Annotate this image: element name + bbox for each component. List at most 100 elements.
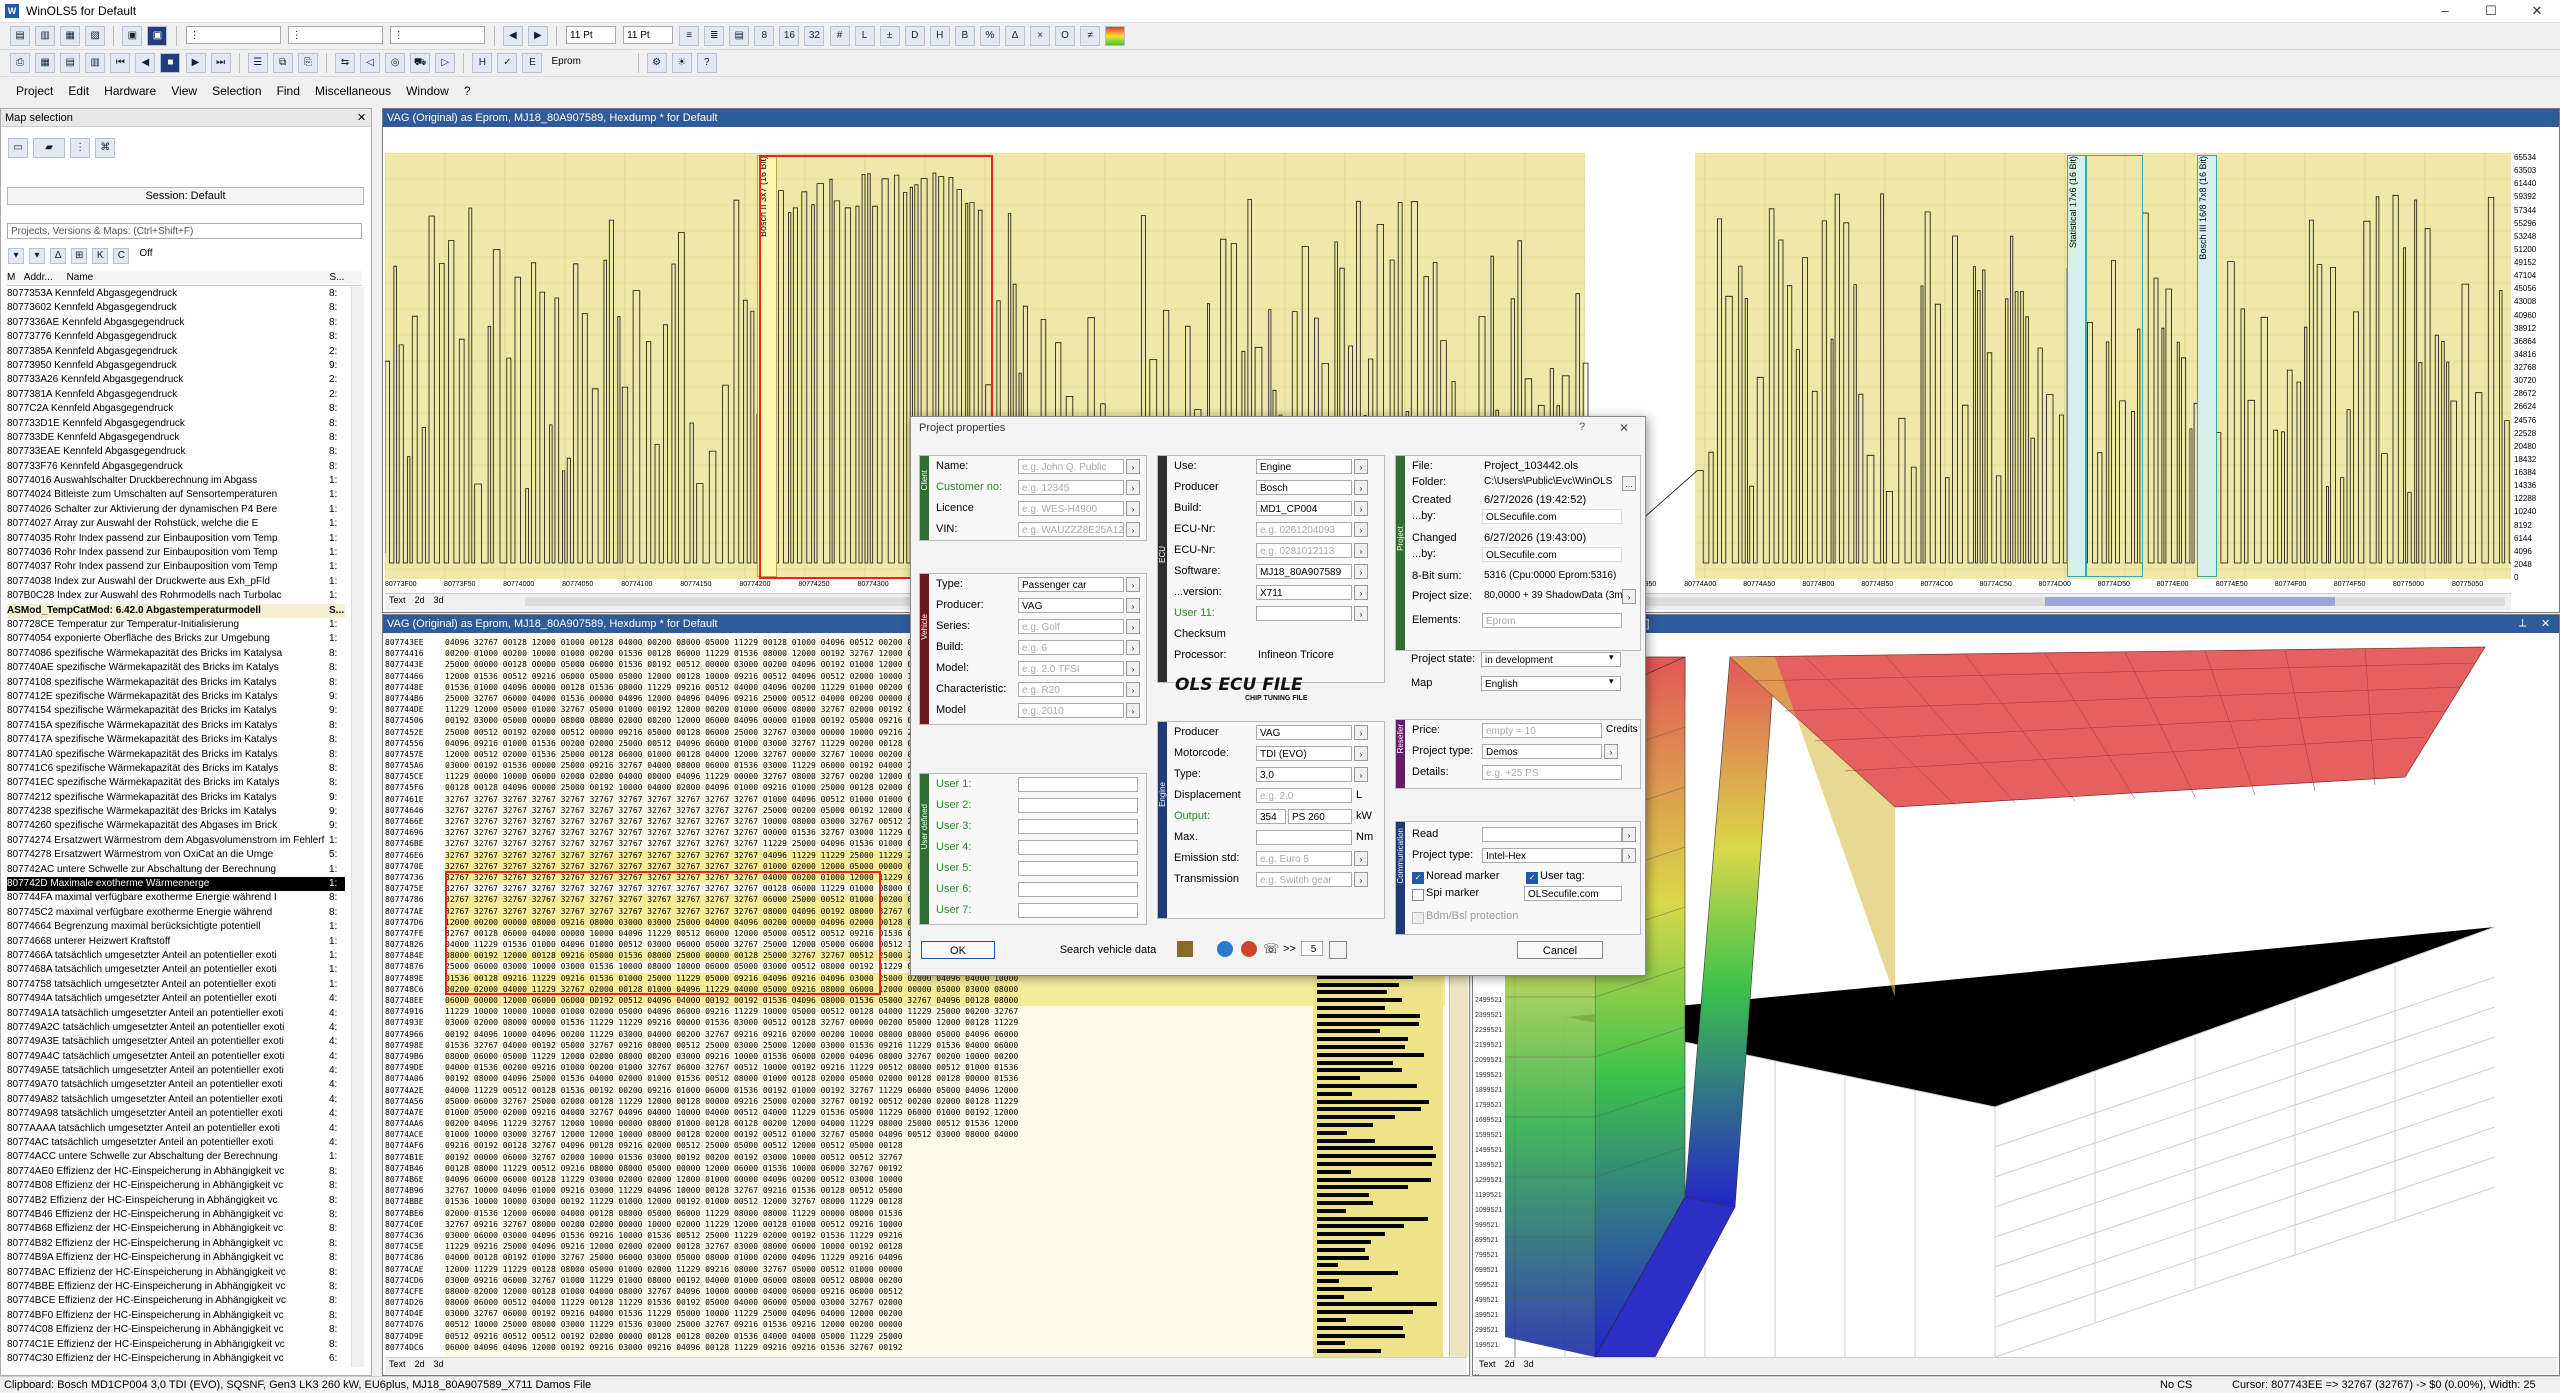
map-list-item[interactable]: 8077381A Kennfeld Abgasgegendruck 2: (7, 388, 345, 402)
combo-2[interactable]: ⋮ (287, 26, 383, 44)
map-list-item[interactable]: 807742D Maximale exotherme Wärmeenerge 1: (7, 877, 345, 892)
map-list-item[interactable]: 80774B68 Effizienz der HC-Einspeicherung… (7, 1222, 345, 1236)
spi-checkbox[interactable] (1412, 889, 1424, 901)
map-list-item[interactable]: 807742AC untere Schwelle zur Abschaltung… (7, 863, 345, 877)
map-list-item[interactable]: 80774664 Begrenzung maximal berücksichti… (7, 920, 345, 934)
engine-type-input[interactable]: 3,0 (1256, 767, 1352, 782)
vehicle-type-dropdown-icon[interactable]: › (1126, 577, 1140, 592)
noread-checkbox[interactable]: ✓ (1412, 872, 1424, 884)
web-icon[interactable] (1217, 941, 1233, 957)
vehicle-build-picker-icon[interactable]: › (1126, 640, 1140, 655)
count-input[interactable]: 5 (1301, 941, 1323, 956)
use-select[interactable]: Engine (1256, 459, 1352, 474)
tab-text-hex[interactable]: Text (389, 1359, 406, 1369)
comm-project-type-icon[interactable]: › (1622, 848, 1636, 863)
map-list-item[interactable]: 807740AE spezifische Wärmekapazität des … (7, 661, 345, 675)
name-input[interactable]: e.g. John Q. Public (1018, 459, 1124, 474)
combo-1[interactable]: ⋮ (185, 26, 281, 44)
map-list-item[interactable]: 80774024 Bitleiste zum Umschalten auf Se… (7, 488, 345, 502)
close-window-button[interactable]: ✕ (2514, 0, 2560, 22)
map-list-item[interactable]: 807749A3E tatsächlich umgesetzter Anteil… (7, 1035, 345, 1049)
maximize-button[interactable]: ☐ (2468, 0, 2514, 22)
map-list-item[interactable]: 807741C6 spezifische Wärmekapazität des … (7, 762, 345, 776)
arrow-left-icon[interactable]: ◁ (360, 53, 380, 73)
map-list-item[interactable]: 80774278 Ersatzwert Wärmestrom von OxiCa… (7, 848, 345, 862)
reseller-project-type-input[interactable]: Demos (1482, 744, 1602, 759)
map-list-item[interactable]: 807741EC spezifische Wärmekapazität des … (7, 776, 345, 790)
map-icon[interactable]: ▦ (35, 53, 56, 73)
map-list-item[interactable]: 80774036 Rohr Index passend zur Einbaupo… (7, 546, 345, 560)
map-list-item[interactable]: 80774038 Index zur Auswahl der Druckwert… (7, 575, 345, 589)
emission-input[interactable]: e.g. Euro 5 (1256, 851, 1352, 866)
map-list-item[interactable]: 80773776 Kennfeld Abgasgegendruck 8: (7, 330, 345, 344)
dialog-help-icon[interactable]: ? (1579, 421, 1585, 433)
format-icon-3[interactable]: ▤ (729, 26, 750, 46)
name-picker-icon[interactable]: › (1126, 459, 1140, 474)
ecu-nr2-picker-icon[interactable]: › (1354, 543, 1368, 558)
map-list-item[interactable]: 8077385A Kennfeld Abgasgegendruck 2: (7, 345, 345, 359)
vehicle-producer-input[interactable]: VAG (1018, 598, 1124, 613)
map-list-item[interactable]: 80774BF0 Effizienz der HC-Einspeicherung… (7, 1309, 345, 1323)
prev-icon[interactable]: ◀ (135, 53, 156, 73)
window-icon[interactable]: ▣ (122, 26, 143, 46)
map-list-item[interactable]: 807749A1A tatsächlich umgesetzter Anteil… (7, 1007, 345, 1021)
ecu-producer-picker-icon[interactable]: › (1354, 480, 1368, 495)
map-list-item[interactable]: 807733DE Kennfeld Abgasgegendruck 8: (7, 431, 345, 445)
folder-browse-icon[interactable]: … (1622, 476, 1636, 491)
licence-input[interactable]: e.g. WES-H4900 (1018, 501, 1124, 516)
model-picker-icon[interactable]: › (1126, 661, 1140, 676)
map-list-item[interactable]: 80774C58 Effizienz der HC-Einspeicherung… (7, 1366, 345, 1367)
map-language-dropdown-icon[interactable]: ▾ (1609, 676, 1614, 687)
map-list-item[interactable]: 8077AAAA tatsächlich umgesetzter Anteil … (7, 1122, 345, 1136)
map-list-item[interactable]: 80774B9A Effizienz der HC-Einspeicherung… (7, 1251, 345, 1265)
tab-statistical[interactable]: Statistical 17x6 (16 Bit) (2067, 155, 2087, 577)
engine-producer-input[interactable]: VAG (1256, 725, 1352, 740)
map-list-item[interactable]: 80774274 Ersatzwert Wärmestrom dem Abgas… (7, 834, 345, 848)
open-icon[interactable]: ▥ (35, 26, 56, 46)
forward-button[interactable]: >> (1283, 943, 1296, 955)
paste-icon[interactable]: ⎘ (297, 53, 318, 73)
map-language-select[interactable]: English (1481, 676, 1621, 691)
checksum-icon[interactable]: ✓ (497, 53, 518, 73)
orig-icon[interactable]: O (1055, 26, 1076, 46)
close-panel-icon[interactable]: ✕ (357, 111, 366, 124)
scrollbar-2d-thumb[interactable] (2045, 597, 2335, 606)
vin-picker-icon[interactable]: › (1126, 522, 1140, 537)
transmission-picker-icon[interactable]: › (1354, 872, 1368, 887)
bits-32-icon[interactable]: 32 (804, 26, 825, 46)
filter-icon-1[interactable]: ▾ (8, 248, 24, 264)
map-list-item[interactable]: 80774026 Schalter zur Aktivierung der dy… (7, 503, 345, 517)
view-3d-pin-icon[interactable]: ⟂ (2519, 617, 2526, 630)
forward-icon[interactable]: ▶ (527, 26, 548, 46)
map-list-item[interactable]: 80774154 spezifische Wärmekapazität des … (7, 704, 345, 718)
dec-icon[interactable]: D (904, 26, 925, 46)
tab-2d-hex[interactable]: 2d (415, 1359, 425, 1369)
car-icon[interactable]: ⛟ (410, 53, 431, 73)
map-list-item[interactable]: 80774BBE Effizienz der HC-Einspeicherung… (7, 1280, 345, 1294)
col-m[interactable]: M (7, 271, 21, 285)
map-list-item[interactable]: 8077336AE Kennfeld Abgasgegendruck 8: (7, 316, 345, 330)
map-list-item[interactable]: 807749A70 tatsächlich umgesetzter Anteil… (7, 1078, 345, 1092)
vehicle-type-select[interactable]: Passenger car (1018, 577, 1124, 592)
menu-find[interactable]: Find (271, 82, 306, 100)
user-field-input[interactable] (1018, 819, 1138, 834)
calc-icon[interactable] (1329, 941, 1347, 959)
map-list-item[interactable]: 80774016 Auswahlschalter Druckberechnung… (7, 474, 345, 488)
characteristic-picker-icon[interactable]: › (1126, 682, 1140, 697)
stop-icon[interactable]: ■ (160, 53, 181, 73)
map-list-item[interactable]: 80774027 Array zur Auswahl der Rohstück,… (7, 517, 345, 531)
comm-project-type-input[interactable]: Intel-Hex (1482, 848, 1622, 863)
filter-icon-2[interactable]: ▾ (29, 248, 46, 264)
font-size-2[interactable]: 11 Pt (623, 26, 674, 44)
arrow-right-icon[interactable]: ▷ (435, 53, 456, 73)
hex-edit-icon[interactable]: H (472, 53, 493, 73)
map-list-item[interactable]: 80774108 spezifische Wärmekapazität des … (7, 676, 345, 690)
menu-selection[interactable]: Selection (206, 82, 267, 100)
bdm-checkbox[interactable] (1412, 912, 1424, 924)
map-list-item[interactable]: 80774B82 Effizienz der HC-Einspeicherung… (7, 1237, 345, 1251)
map-list-item[interactable]: ASMod_TempCatMod: 6.42.0 Abgastemperatur… (7, 603, 345, 618)
user-field-input[interactable] (1018, 798, 1138, 813)
filter-icon-5[interactable]: K (92, 248, 109, 264)
tab-2d-3d[interactable]: 2d (1505, 1359, 1515, 1369)
filter-icon-3[interactable]: Δ (50, 248, 67, 264)
